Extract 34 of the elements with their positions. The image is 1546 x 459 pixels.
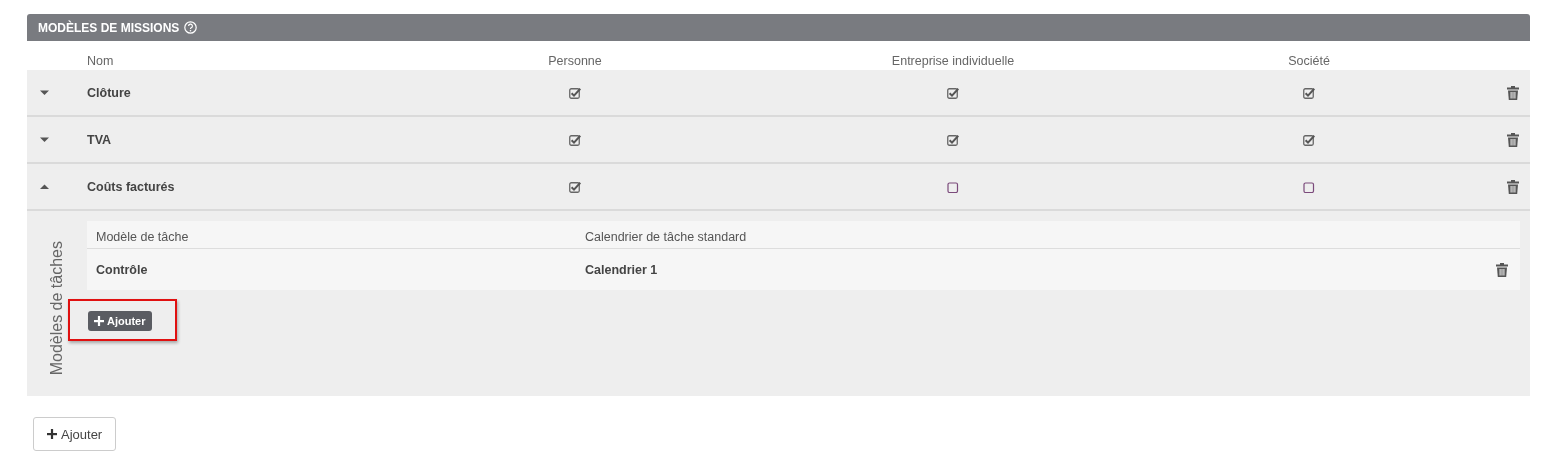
delete-icon[interactable] bbox=[1507, 179, 1519, 194]
vertical-label: Modèles de tâches bbox=[48, 241, 66, 376]
checkbox[interactable] bbox=[569, 86, 581, 99]
checkbox[interactable] bbox=[569, 180, 581, 193]
mission-name: Clôture bbox=[87, 85, 132, 100]
checkbox[interactable] bbox=[947, 180, 959, 193]
collapse-caret-icon[interactable] bbox=[40, 183, 49, 190]
delete-icon[interactable] bbox=[1507, 85, 1519, 100]
table-cell-text: Contrôle bbox=[95, 262, 149, 277]
mission-name: TVA bbox=[87, 132, 113, 147]
checkbox[interactable] bbox=[947, 86, 959, 99]
checkbox[interactable] bbox=[947, 133, 959, 146]
expand-caret-icon[interactable] bbox=[40, 136, 49, 143]
column-header: Modèle de tâche bbox=[95, 229, 190, 244]
plus-icon bbox=[47, 429, 57, 439]
table-cell-text: Calendrier 1 bbox=[584, 262, 659, 277]
delete-icon[interactable] bbox=[1507, 132, 1519, 147]
delete-icon[interactable] bbox=[1496, 262, 1508, 277]
checkbox[interactable] bbox=[1303, 133, 1315, 146]
checkbox[interactable] bbox=[1303, 180, 1315, 193]
column-header: Calendrier de tâche standard bbox=[584, 229, 748, 244]
expand-caret-icon[interactable] bbox=[40, 89, 49, 96]
checkbox[interactable] bbox=[1303, 86, 1315, 99]
checkbox[interactable] bbox=[569, 133, 581, 146]
mission-name: Coûts facturés bbox=[87, 179, 176, 194]
section-title: MODÈLES DE MISSIONS bbox=[38, 20, 180, 35]
column-header: Société bbox=[1288, 54, 1330, 68]
help-icon[interactable] bbox=[184, 21, 198, 34]
plus-icon bbox=[94, 316, 104, 326]
column-header: Personne bbox=[548, 54, 602, 68]
column-header: Entreprise individuelle bbox=[891, 54, 1015, 68]
add-button[interactable]: Ajouter bbox=[88, 311, 152, 331]
column-header: Nom bbox=[87, 54, 115, 68]
add-button[interactable]: Ajouter bbox=[33, 417, 117, 451]
